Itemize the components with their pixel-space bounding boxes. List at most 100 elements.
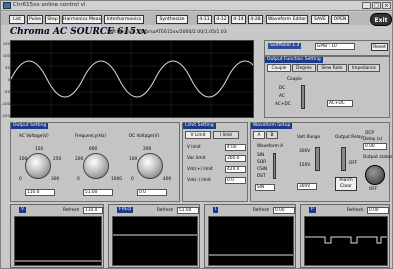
app-window: Chr615xx online control vi _ □ × List Pu…: [0, 0, 393, 269]
couple-option-dc: DC: [279, 86, 286, 91]
monitor-value: 0.00: [367, 207, 389, 214]
frequency-value[interactable]: 51.00: [83, 189, 113, 196]
monitor-value: 110.0: [83, 207, 103, 214]
button-4-14[interactable]: 4-14: [231, 15, 246, 24]
monitor-trace: [113, 234, 197, 236]
tab-waveform-a[interactable]: A: [253, 131, 265, 139]
interharmonics-button[interactable]: Interharmonics: [104, 15, 144, 24]
range-lo-label: 150V: [299, 163, 311, 168]
refresh-label: Refresh: [63, 208, 80, 213]
ac-tick: 150: [35, 147, 44, 152]
alarm-clear-button[interactable]: Alarm Clear: [335, 177, 357, 191]
limit-setting-panel: Limit Setting V Limit I limit V limit 4.…: [182, 122, 248, 202]
list-button[interactable]: List: [9, 15, 25, 24]
synthesize-button[interactable]: Synthesize: [156, 15, 188, 24]
tab-i-limit[interactable]: I limit: [213, 131, 239, 139]
tab-degree[interactable]: Degree: [292, 64, 316, 72]
limit-setting-title: Limit Setting: [183, 123, 216, 129]
tab-waveform-b[interactable]: B: [266, 131, 278, 139]
monitor-trace: [305, 236, 387, 244]
couple-selector[interactable]: [301, 85, 305, 109]
ac-tick: 300: [51, 177, 60, 182]
vdc-minus-limit-value[interactable]: 0.0: [225, 177, 246, 184]
monitor-p: P Refresh 0.00: [300, 204, 390, 268]
output-setting-title: Output Setting: [11, 123, 49, 129]
maximize-button[interactable]: □: [372, 2, 381, 9]
status-off-label: OFF: [369, 187, 378, 192]
couple-value[interactable]: AC+DC: [327, 100, 353, 107]
limit-label: Vac limit: [187, 156, 206, 161]
output-function-title: Output Function Setting: [265, 57, 323, 63]
freq-tick: 0: [77, 177, 80, 182]
waveform-selector[interactable]: [273, 153, 276, 179]
dc-tick: 200: [143, 147, 152, 152]
refresh-label: Refresh: [253, 208, 270, 213]
ac-tick: 250: [53, 157, 62, 162]
app-icon: [3, 2, 11, 9]
tab-slew-rate[interactable]: Slew Rate: [317, 64, 347, 72]
title-bar: Chr615xx online control vi _ □ ×: [1, 1, 392, 11]
waveform-plot: [10, 41, 254, 117]
dc-voltage-value[interactable]: 0.0: [137, 189, 167, 196]
waveform-editor-button[interactable]: Waveform Editor: [266, 15, 308, 24]
selfpanel-header: SelfPanel 1.3 GPIB : 10 Reset: [264, 40, 390, 56]
waveform-value[interactable]: SIN: [255, 184, 275, 191]
tab-impedance[interactable]: Impedance: [348, 64, 380, 72]
dc-voltage-knob[interactable]: [137, 153, 163, 179]
output-function-panel: Output Function Setting Couple Degree Sl…: [264, 56, 390, 118]
version-text: Soft Version: ChromaATE615xx/2000/2.00/1…: [107, 30, 227, 35]
reset-button[interactable]: Reset: [371, 43, 388, 51]
ocp-delay-value[interactable]: 0.00: [363, 143, 387, 150]
monitor-label: V: [19, 207, 27, 213]
close-button[interactable]: ×: [382, 2, 391, 9]
refresh-label: Refresh: [157, 208, 174, 213]
wave-option: SQR: [257, 160, 267, 165]
tab-v-limit[interactable]: V Limit: [185, 131, 211, 139]
monitor-v: V Refresh 110.0: [10, 204, 104, 268]
monitor-label: P: [309, 207, 316, 213]
wave-option: CSIN: [257, 167, 268, 172]
range-hi-label: 300V: [299, 149, 311, 154]
window-title: Chr615xx online control vi: [13, 2, 86, 8]
pulse-button[interactable]: Pulse: [27, 15, 43, 24]
freq-tick: 600: [89, 147, 98, 152]
frequency-label: Frequency(Hz): [75, 134, 107, 139]
wave-option: SIN: [257, 153, 265, 158]
exit-button[interactable]: Exit: [370, 13, 392, 26]
volt-range-switch[interactable]: [315, 147, 320, 171]
limit-label: V limit: [187, 145, 201, 150]
save-button[interactable]: SAVE: [311, 15, 329, 24]
dc-tick: 400: [163, 177, 172, 182]
monitor-trace: [15, 260, 101, 262]
monitor-trace: [209, 254, 293, 256]
dc-tick: 0: [131, 177, 134, 182]
v-limit-value[interactable]: 4.00: [225, 144, 246, 151]
selfpanel-label: SelfPanel 1.3: [268, 43, 302, 49]
ac-voltage-value[interactable]: 110.0: [25, 189, 55, 196]
button-4-11[interactable]: 4-11: [197, 15, 212, 24]
step-button[interactable]: Step: [45, 15, 60, 24]
output-relay-switch[interactable]: [341, 147, 346, 171]
open-button[interactable]: OPEN: [331, 15, 349, 24]
vac-limit-value[interactable]: 300.0: [225, 155, 246, 162]
waveform-scope: [10, 40, 254, 118]
dc-tick: 100: [129, 157, 138, 162]
tab-couple[interactable]: Couple: [267, 64, 291, 72]
gpib-field[interactable]: GPIB : 10: [315, 43, 355, 50]
button-4-28[interactable]: 4-28: [248, 15, 263, 24]
waveform-setup-panel: Waveform Setup A B Waveform A SIN SQR CS…: [250, 122, 393, 202]
ac-tick: 0: [19, 177, 22, 182]
frequency-knob[interactable]: [83, 153, 109, 179]
y-tick: 0: [7, 77, 10, 82]
relay-state-label: OFF: [349, 161, 358, 166]
output-status-label: Output status: [363, 155, 393, 160]
harmonics-meas-button[interactable]: Harmonics Meas: [62, 15, 102, 24]
monitor-plot: [208, 216, 294, 266]
monitor-plot: [304, 216, 388, 266]
y-tick: -50: [3, 89, 10, 94]
ac-voltage-knob[interactable]: [25, 153, 51, 179]
minimize-button[interactable]: _: [362, 2, 371, 9]
vdc-plus-limit-value[interactable]: 424.0: [225, 166, 246, 173]
button-4-12[interactable]: 4-12: [214, 15, 229, 24]
volt-range-value[interactable]: 300V: [297, 183, 317, 190]
